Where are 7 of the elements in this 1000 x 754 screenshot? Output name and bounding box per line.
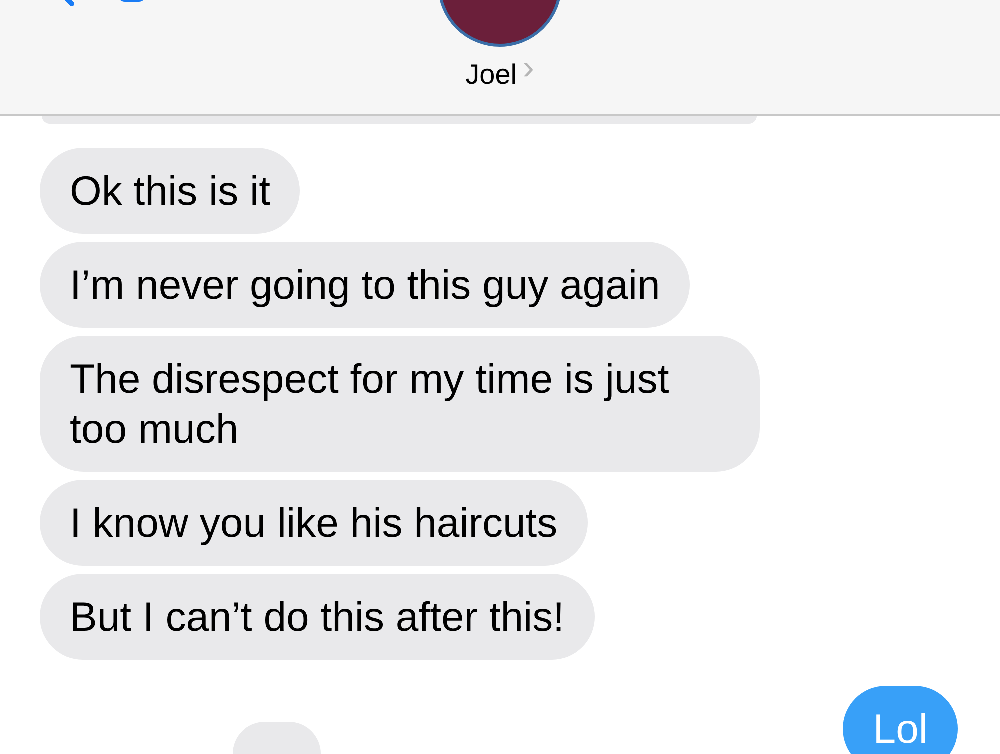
contact-name[interactable]: Joel <box>466 61 518 89</box>
message-bubble: The disrespect for my time is just too much <box>40 336 760 472</box>
message-bubble: Ok this is it <box>40 148 300 234</box>
message-bubble: I’m never going to this guy again <box>40 242 690 328</box>
message-bubble: Lol <box>843 686 958 754</box>
message-bubble: But I can’t do this after this! <box>40 574 595 660</box>
message-bubble: I know you like his haircuts <box>40 480 588 566</box>
